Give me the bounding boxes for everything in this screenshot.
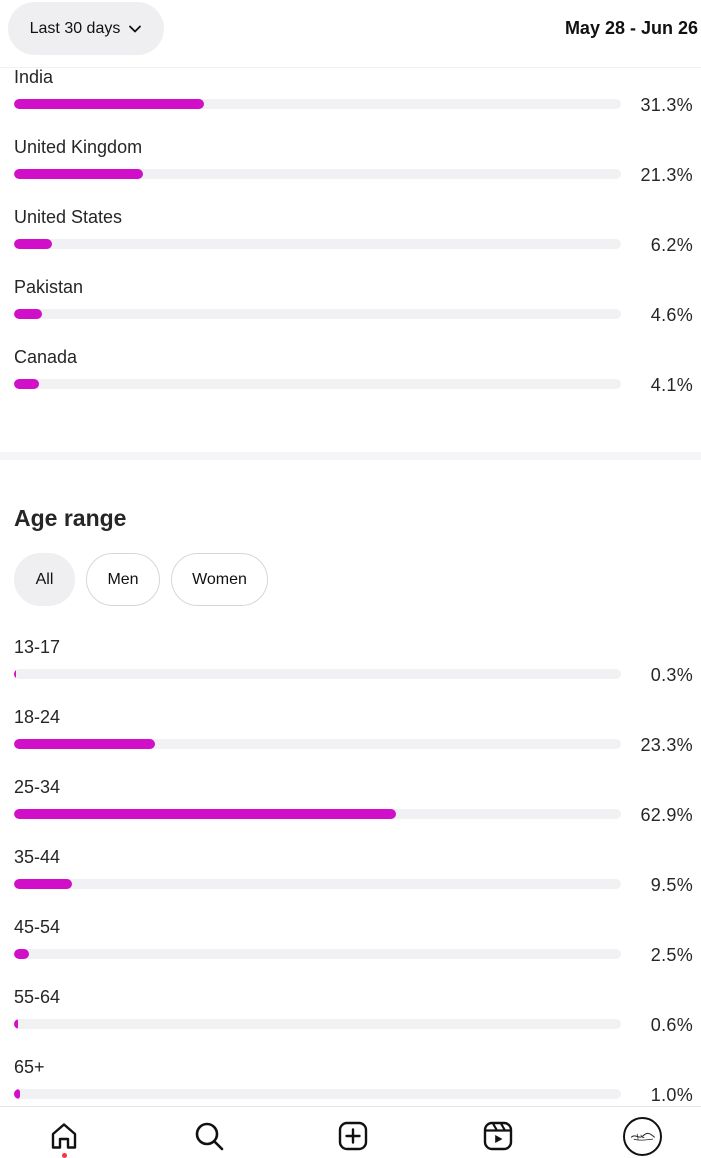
age-label: 65+ — [14, 1057, 45, 1077]
country-row: United States 6.2% — [14, 207, 694, 267]
section-divider — [0, 452, 701, 460]
filter-men-button[interactable]: Men — [86, 553, 160, 606]
country-bar-fill — [14, 99, 204, 109]
country-bar-fill — [14, 239, 52, 249]
audience-insights-screen: Last 30 days May 28 - Jun 26 India 31.3%… — [0, 0, 701, 1158]
country-percent: 6.2% — [650, 235, 693, 255]
age-percent: 0.6% — [650, 1015, 693, 1035]
country-bar-fill — [14, 309, 42, 319]
country-bar-track — [14, 379, 621, 389]
age-row: 35-44 9.5% — [14, 847, 694, 907]
age-percent: 0.3% — [650, 665, 693, 685]
age-label: 13-17 — [14, 637, 61, 657]
home-icon — [51, 1123, 77, 1149]
country-row: India 31.3% — [14, 67, 694, 127]
age-range-title: Age range — [14, 505, 127, 531]
age-bar-track — [14, 879, 621, 889]
age-bar-track — [14, 1089, 621, 1099]
age-row: 25-34 62.9% — [14, 777, 694, 837]
age-bar-fill — [14, 879, 72, 889]
age-label: 35-44 — [14, 847, 61, 867]
country-bar-fill — [14, 379, 39, 389]
country-percent: 31.3% — [640, 95, 693, 115]
age-percent: 2.5% — [650, 945, 693, 965]
age-bar-fill — [14, 739, 156, 749]
nav-profile-avatar[interactable] — [623, 1117, 662, 1156]
age-bar-track — [14, 739, 621, 749]
country-label: India — [14, 67, 54, 87]
age-label: 55-64 — [14, 987, 61, 1007]
bottom-navigation-bar — [0, 1106, 701, 1158]
age-percent: 1.0% — [650, 1085, 693, 1105]
country-bar-track — [14, 99, 621, 109]
nav-reels[interactable] — [481, 1119, 515, 1153]
filter-women-button[interactable]: Women — [171, 553, 268, 606]
age-row: 45-54 2.5% — [14, 917, 694, 977]
date-range-dropdown[interactable]: Last 30 days — [8, 2, 164, 55]
country-label: United States — [14, 207, 123, 227]
age-bar-fill — [14, 1019, 18, 1029]
nav-create[interactable] — [336, 1119, 370, 1153]
age-percent: 23.3% — [640, 735, 693, 755]
country-row: Canada 4.1% — [14, 347, 694, 407]
age-bar-fill — [14, 1089, 21, 1099]
filter-all-button[interactable]: All — [14, 553, 75, 606]
country-percent: 4.1% — [650, 375, 693, 395]
country-row: United Kingdom 21.3% — [14, 137, 694, 197]
age-percent: 9.5% — [650, 875, 693, 895]
country-label: Canada — [14, 347, 78, 367]
nav-home[interactable] — [47, 1119, 81, 1153]
country-label: United Kingdom — [14, 137, 143, 157]
age-bar-track — [14, 669, 621, 679]
country-bar-track — [14, 239, 621, 249]
date-range-dropdown-label: Last 30 days — [29, 19, 121, 37]
age-percent: 62.9% — [640, 805, 693, 825]
reels-icon — [483, 1121, 513, 1151]
profile-signature-image — [630, 1132, 656, 1141]
nav-search[interactable] — [192, 1119, 226, 1153]
age-bar-track — [14, 1019, 621, 1029]
date-range-text: May 28 - Jun 26 — [564, 18, 698, 38]
age-bar-track — [14, 809, 621, 819]
top-header: Last 30 days May 28 - Jun 26 — [0, 0, 701, 68]
chevron-down-icon — [129, 25, 142, 32]
country-percent: 21.3% — [640, 165, 693, 185]
age-label: 45-54 — [14, 917, 61, 937]
country-bar-track — [14, 309, 621, 319]
home-notification-dot — [62, 1153, 67, 1158]
country-row: Pakistan 4.6% — [14, 277, 694, 337]
age-row: 18-24 23.3% — [14, 707, 694, 767]
country-percent: 4.6% — [650, 305, 693, 325]
age-label: 25-34 — [14, 777, 61, 797]
country-bar-fill — [14, 169, 144, 179]
age-row: 55-64 0.6% — [14, 987, 694, 1047]
age-bar-track — [14, 949, 621, 959]
gender-filter-group: All Men Women — [14, 553, 268, 606]
search-icon — [195, 1122, 224, 1151]
age-row: 13-17 0.3% — [14, 637, 694, 697]
country-label: Pakistan — [14, 277, 84, 297]
age-bar-fill — [14, 809, 396, 819]
age-label: 18-24 — [14, 707, 61, 727]
country-bar-track — [14, 169, 621, 179]
age-bar-fill — [14, 669, 16, 679]
create-icon — [338, 1121, 368, 1151]
age-bar-fill — [14, 949, 30, 959]
